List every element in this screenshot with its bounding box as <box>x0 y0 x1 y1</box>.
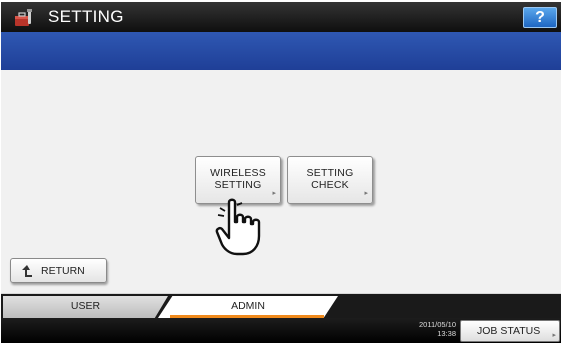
help-button[interactable]: ? <box>523 7 557 28</box>
title-bar: SETTING ? <box>1 2 561 32</box>
return-label: RETURN <box>41 265 85 277</box>
submenu-arrow-icon: ▸ <box>272 190 276 197</box>
wireless-setting-button[interactable]: WIRELESS SETTING ▸ <box>195 156 281 204</box>
submenu-arrow-icon: ▸ <box>552 332 556 339</box>
button-label-line1: SETTING <box>306 167 354 179</box>
job-status-label: JOB STATUS <box>477 325 541 337</box>
setting-check-button[interactable]: SETTING CHECK ▸ <box>287 156 373 204</box>
button-label-line2: SETTING <box>214 179 262 191</box>
date-time: 2011/05/10 13:38 <box>396 320 456 338</box>
tab-user[interactable]: USER <box>3 296 168 318</box>
content-area: WIRELESS SETTING ▸ SETTING CHECK ▸ RETUR… <box>1 70 561 294</box>
tab-admin-label: ADMIN <box>231 300 265 312</box>
button-label-line2: CHECK <box>311 179 349 191</box>
setting-screen: SETTING ? WIRELESS SETTING ▸ SETTING CHE… <box>0 0 562 343</box>
page-title: SETTING <box>48 7 124 26</box>
header-band <box>1 32 561 70</box>
button-label-line1: WIRELESS <box>210 167 266 179</box>
setting-toolbox-icon <box>15 9 32 26</box>
pointing-hand-icon <box>215 198 261 256</box>
submenu-arrow-icon: ▸ <box>364 190 368 197</box>
return-button[interactable]: RETURN <box>10 258 107 283</box>
tab-admin[interactable]: ADMIN <box>158 296 338 318</box>
job-status-button[interactable]: JOB STATUS ▸ <box>460 320 560 342</box>
time-text: 13:38 <box>437 328 456 338</box>
return-arrow-icon <box>22 265 32 277</box>
